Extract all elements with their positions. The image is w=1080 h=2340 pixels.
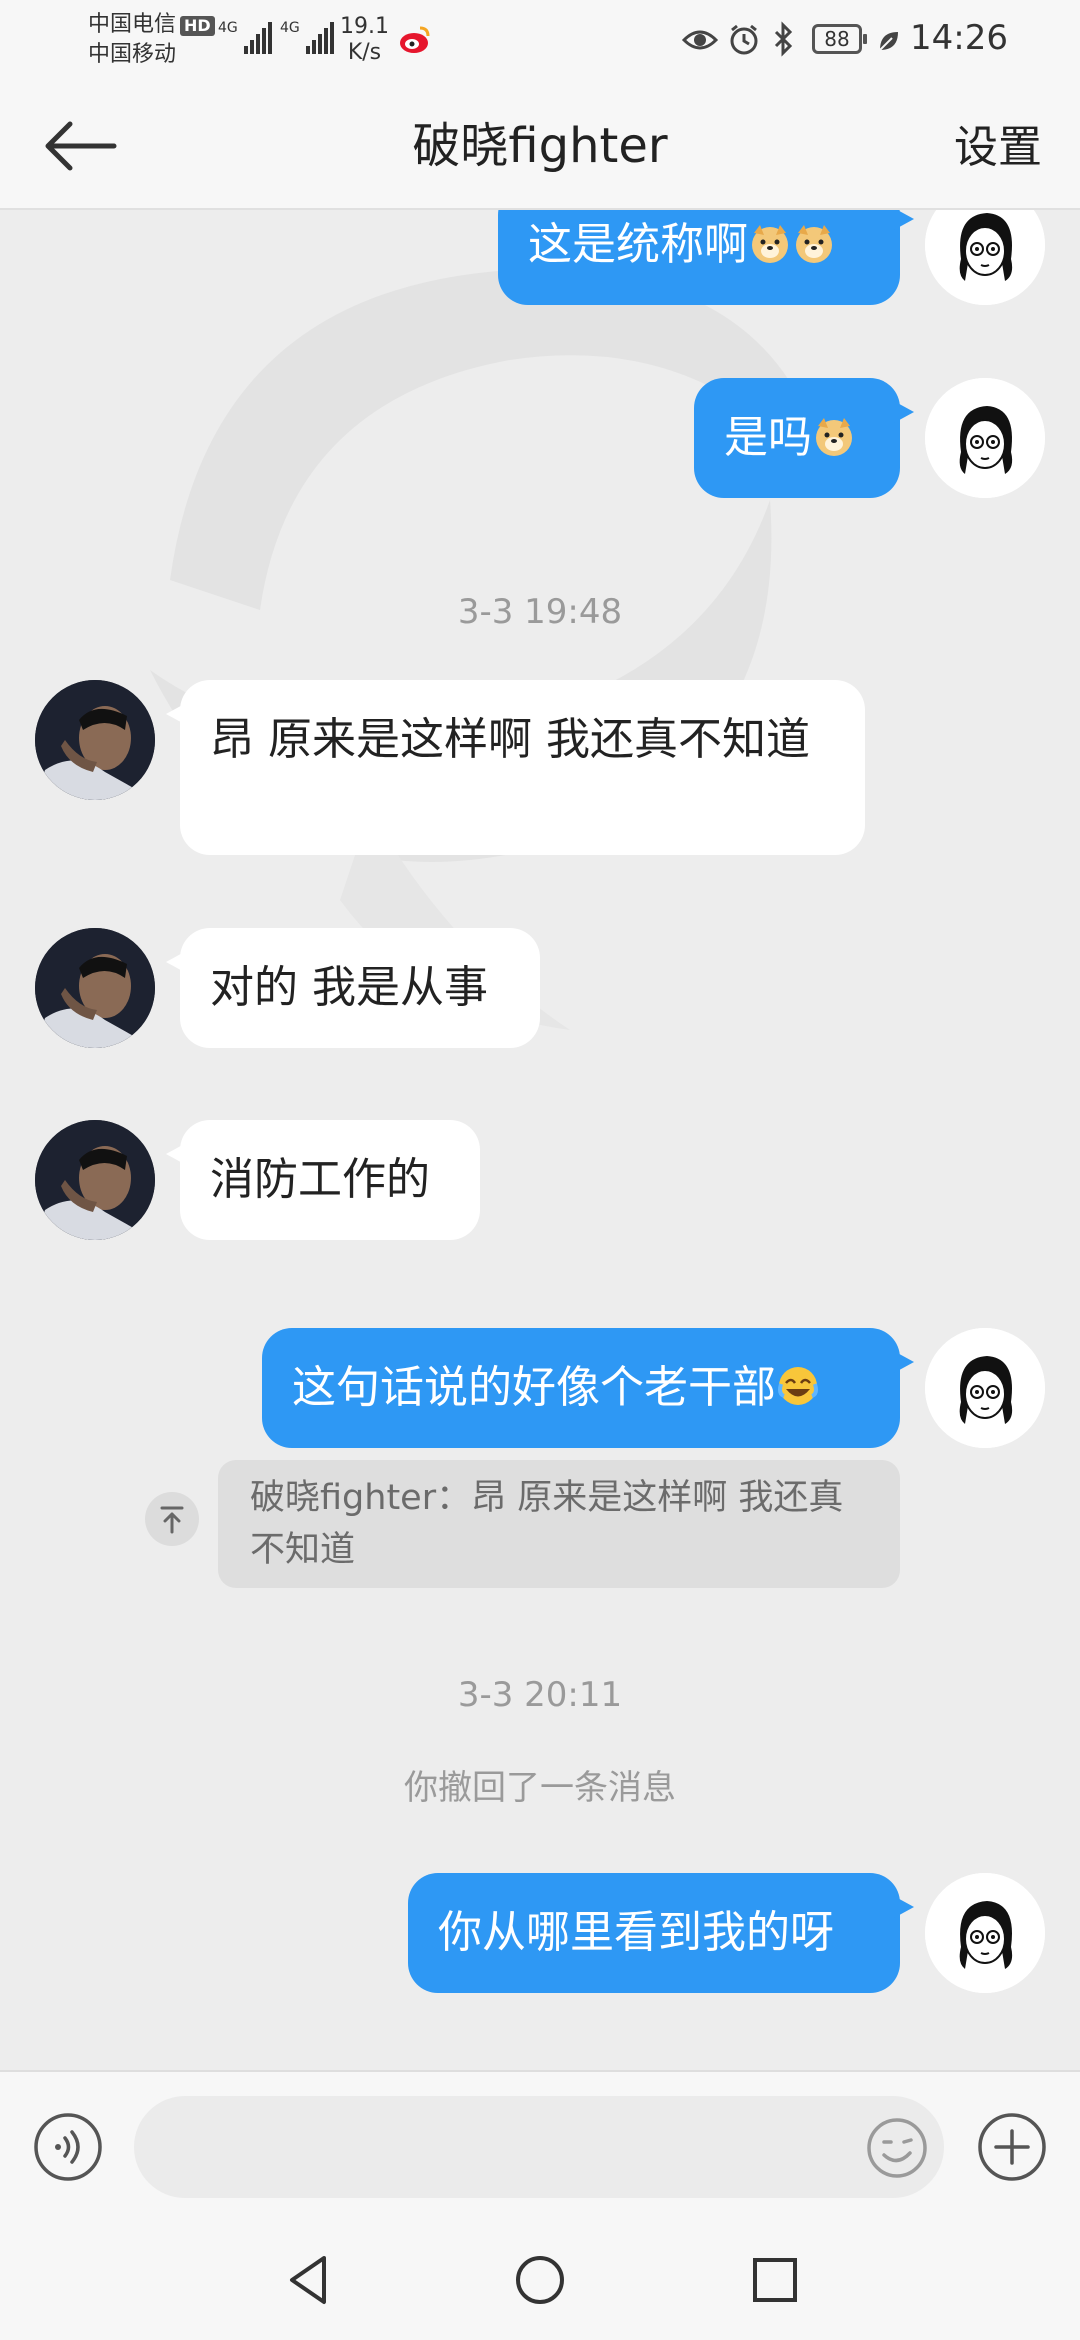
doge-emoji-icon <box>816 418 852 456</box>
arrow-up-to-top-icon <box>160 1506 184 1534</box>
signal-icon-2: 4G <box>280 20 334 54</box>
incoming-message-bubble[interactable]: 消防工作的 <box>166 1120 480 1240</box>
doge-emoji-icon <box>752 225 788 263</box>
input-bar <box>0 2070 1080 2220</box>
timestamp: 3-3 19:48 <box>457 592 623 632</box>
message-text: 你从哪里看到我的呀 <box>438 1907 834 1958</box>
eye-icon <box>681 30 719 50</box>
self-avatar[interactable] <box>925 378 1045 498</box>
peer-avatar[interactable] <box>35 1120 155 1240</box>
message-list[interactable]: 这是统称啊 是吗 3-3 19:48 昂 原来是这样啊 我还真不知道 对的 我是… <box>0 210 1080 2070</box>
self-avatar[interactable] <box>925 210 1045 305</box>
speed-unit: K/s <box>347 40 382 65</box>
outgoing-message-bubble[interactable]: 这是统称啊 <box>498 210 914 305</box>
incoming-message-bubble[interactable]: 昂 原来是这样啊 我还真不知道 <box>166 680 865 855</box>
incoming-message-bubble[interactable]: 对的 我是从事 <box>166 928 540 1048</box>
carrier-2: 中国移动 <box>88 42 177 67</box>
self-avatar[interactable] <box>925 1328 1045 1448</box>
clock: 14:26 <box>910 18 1008 58</box>
cartoon-girl-avatar-icon <box>925 210 1045 305</box>
cartoon-girl-avatar-icon <box>925 378 1045 498</box>
nav-recent-icon[interactable] <box>745 2250 805 2310</box>
emoji-icon[interactable] <box>866 2117 928 2179</box>
message-text: 昂 原来是这样啊 我还真不知道 <box>210 714 810 765</box>
battery-icon: 88 <box>812 24 867 54</box>
outgoing-message-bubble[interactable]: 你从哪里看到我的呀 <box>408 1873 914 1993</box>
outgoing-message-bubble[interactable]: 是吗 <box>694 378 914 498</box>
outgoing-message-bubble[interactable]: 这句话说的好像个老干部 <box>262 1328 914 1448</box>
quote-jump-button[interactable] <box>145 1492 199 1546</box>
nav-home-icon[interactable] <box>510 2250 570 2310</box>
cartoon-girl-avatar-icon <box>925 1328 1045 1448</box>
status-icons <box>681 21 793 57</box>
quoted-text: 破晓fighter：昂 原来是这样啊 我还真不知道 <box>250 1478 844 1570</box>
message-text: 这句话说的好像个老干部 <box>292 1362 776 1413</box>
nav-back-icon[interactable] <box>280 2250 340 2310</box>
hd-badge: HD <box>180 16 215 36</box>
photo-avatar-icon <box>35 680 155 800</box>
peer-avatar[interactable] <box>35 928 155 1048</box>
voice-icon[interactable] <box>32 2111 104 2183</box>
battery-level: 88 <box>824 27 850 51</box>
message-text: 这是统称啊 <box>528 219 748 270</box>
laugh-emoji-icon <box>778 1367 818 1405</box>
peer-avatar[interactable] <box>35 680 155 800</box>
message-input[interactable] <box>134 2096 944 2198</box>
chat-title: 破晓fighter <box>412 118 668 174</box>
signal-label-1: 4G <box>218 20 238 36</box>
timestamp: 3-3 20:11 <box>457 1675 623 1715</box>
status-bar: 中国电信 HD 中国移动 4G 4G 19.1 K/s 88 14:26 <box>0 0 1080 82</box>
system-nav-bar <box>0 2220 1080 2340</box>
signal-label-2: 4G <box>280 20 300 36</box>
cartoon-girl-avatar-icon <box>925 1873 1045 1993</box>
bluetooth-icon <box>774 21 793 57</box>
plus-icon[interactable] <box>976 2111 1048 2183</box>
alarm-icon <box>730 24 758 55</box>
photo-avatar-icon <box>35 928 155 1048</box>
weibo-icon <box>400 26 430 53</box>
recall-notice: 你撤回了一条消息 <box>404 1768 676 1808</box>
message-text: 是吗 <box>724 412 812 463</box>
leaf-icon <box>879 32 898 51</box>
settings-button[interactable]: 设置 <box>954 118 1042 178</box>
speed-value: 19.1 <box>340 14 389 39</box>
carrier-info: 中国电信 HD 中国移动 <box>88 10 215 70</box>
carrier-1: 中国电信 <box>88 12 177 37</box>
signal-icon-1: 4G <box>218 20 272 54</box>
message-text: 对的 我是从事 <box>210 962 488 1013</box>
message-text: 消防工作的 <box>210 1154 430 1205</box>
network-speed: 19.1 K/s <box>340 14 389 66</box>
self-avatar[interactable] <box>925 1873 1045 1993</box>
quoted-message[interactable]: 破晓fighter：昂 原来是这样啊 我还真不知道 <box>218 1460 900 1588</box>
chat-header: 破晓fighter 设置 <box>0 82 1080 210</box>
doge-emoji-icon <box>796 225 832 263</box>
photo-avatar-icon <box>35 1120 155 1240</box>
